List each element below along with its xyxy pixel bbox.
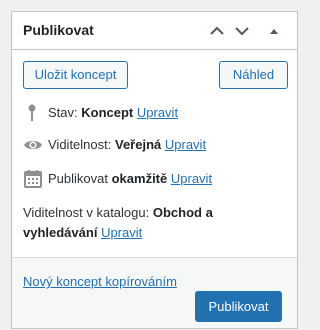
edit-schedule-link[interactable]: Upravit (171, 171, 212, 186)
edit-visibility-link[interactable]: Upravit (165, 137, 206, 152)
box-title: Publikovat (23, 22, 94, 38)
triangle-up-icon (270, 29, 278, 34)
catalog-label: Viditelnost v katalogu: (23, 205, 150, 220)
status-value: Koncept (81, 105, 134, 120)
status-row: Stav: Koncept Upravit (23, 103, 283, 123)
pin-icon (28, 104, 36, 121)
schedule-value: okamžitě (111, 171, 168, 186)
visibility-label: Viditelnost: (48, 137, 112, 152)
catalog-visibility-row: Viditelnost v katalogu: Obchod a vyhledá… (23, 203, 283, 243)
move-down-button[interactable] (232, 21, 252, 41)
major-publishing-actions: Nový koncept kopírováním Publikovat (12, 257, 297, 328)
schedule-label: Publikovat (48, 171, 108, 186)
toggle-panel-button[interactable] (264, 21, 284, 41)
move-up-button[interactable] (207, 21, 227, 41)
copy-to-new-draft-link[interactable]: Nový koncept kopírováním (23, 273, 177, 291)
schedule-row: Publikovat okamžitě Upravit (23, 169, 283, 189)
status-label: Stav: (48, 105, 78, 120)
calendar-icon (24, 170, 42, 188)
publish-box-header: Publikovat (12, 12, 297, 50)
chevron-up-icon (210, 26, 224, 35)
save-draft-button[interactable]: Uložit koncept (23, 61, 128, 89)
publish-box: Publikovat Uložit koncept Náhled Stav: K… (11, 11, 298, 329)
edit-catalog-link[interactable]: Upravit (101, 225, 142, 240)
publish-button[interactable]: Publikovat (195, 291, 282, 322)
visibility-value: Veřejná (114, 137, 162, 152)
eye-icon (24, 140, 42, 150)
visibility-row: Viditelnost: Veřejná Upravit (23, 135, 283, 155)
preview-button[interactable]: Náhled (219, 61, 288, 89)
edit-status-link[interactable]: Upravit (137, 105, 178, 120)
chevron-down-icon (235, 27, 249, 36)
